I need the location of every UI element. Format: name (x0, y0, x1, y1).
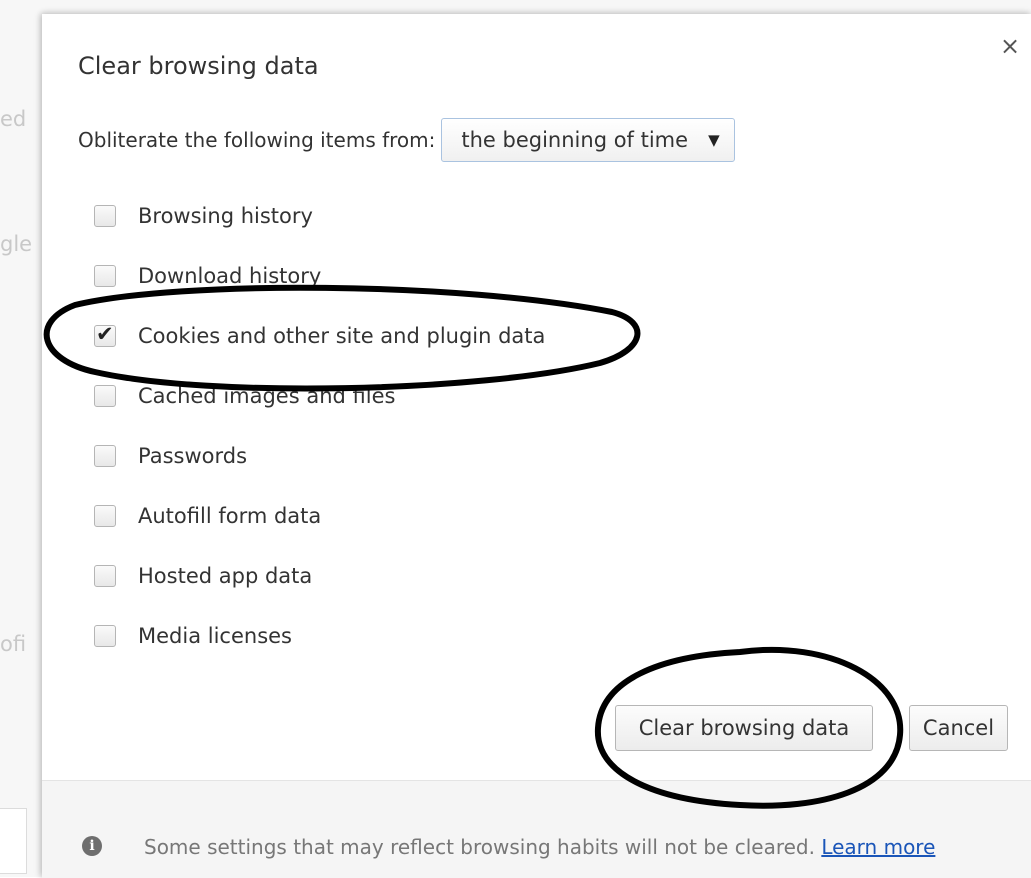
checkbox-passwords[interactable]: Passwords (94, 426, 545, 486)
data-type-list: Browsing history Download history ✔ Cook… (94, 186, 545, 666)
checkbox-label: Browsing history (138, 204, 313, 228)
checkbox-label: Download history (138, 264, 322, 288)
checkbox[interactable] (94, 205, 116, 227)
checkbox-label: Cookies and other site and plugin data (138, 324, 546, 348)
checkbox[interactable] (94, 385, 116, 407)
info-icon: i (82, 836, 102, 856)
time-range-value: the beginning of time (461, 128, 689, 152)
background-text-fragment: ofi (0, 632, 27, 656)
checkbox-autofill[interactable]: Autofill form data (94, 486, 545, 546)
checkbox-browsing-history[interactable]: Browsing history (94, 186, 545, 246)
checkbox[interactable] (94, 445, 116, 467)
footer-note-text: Some settings that may reflect browsing … (144, 835, 815, 859)
close-icon[interactable]: × (1000, 34, 1020, 58)
checkbox[interactable] (94, 265, 116, 287)
checkbox[interactable] (94, 505, 116, 527)
checkbox-cookies[interactable]: ✔ Cookies and other site and plugin data (94, 306, 545, 366)
footer-note: Some settings that may reflect browsing … (144, 835, 935, 859)
time-range-row: Obliterate the following items from: the… (78, 115, 735, 165)
checkbox-checked[interactable]: ✔ (94, 322, 116, 347)
checkbox-hosted-app-data[interactable]: Hosted app data (94, 546, 545, 606)
cancel-button[interactable]: Cancel (909, 705, 1008, 751)
background-input-fragment (0, 808, 27, 874)
checkbox-media-licenses[interactable]: Media licenses (94, 606, 545, 666)
checkbox[interactable] (94, 565, 116, 587)
checkbox-download-history[interactable]: Download history (94, 246, 545, 306)
time-range-select[interactable]: the beginning of time ▼ (441, 118, 735, 162)
time-range-label: Obliterate the following items from: (78, 128, 436, 152)
checkmark-icon: ✔ (96, 322, 114, 346)
checkbox-label: Hosted app data (138, 564, 313, 588)
clear-browsing-data-dialog: Clear browsing data × Obliterate the fol… (42, 14, 1031, 878)
background-text-fragment: gle (0, 232, 33, 256)
clear-browsing-data-button[interactable]: Clear browsing data (615, 705, 873, 751)
checkbox[interactable] (94, 625, 116, 647)
dropdown-arrow-icon: ▼ (708, 131, 720, 149)
background-text-fragment: ed (0, 107, 27, 131)
checkbox-label: Passwords (138, 444, 248, 468)
checkbox-cached-images[interactable]: Cached images and files (94, 366, 545, 426)
dialog-title: Clear browsing data (78, 52, 319, 80)
checkbox-label: Media licenses (138, 624, 292, 648)
learn-more-link[interactable]: Learn more (821, 835, 935, 859)
checkbox-label: Autofill form data (138, 504, 322, 528)
checkbox-label: Cached images and files (138, 384, 396, 408)
dialog-footer: i Some settings that may reflect browsin… (42, 780, 1031, 878)
